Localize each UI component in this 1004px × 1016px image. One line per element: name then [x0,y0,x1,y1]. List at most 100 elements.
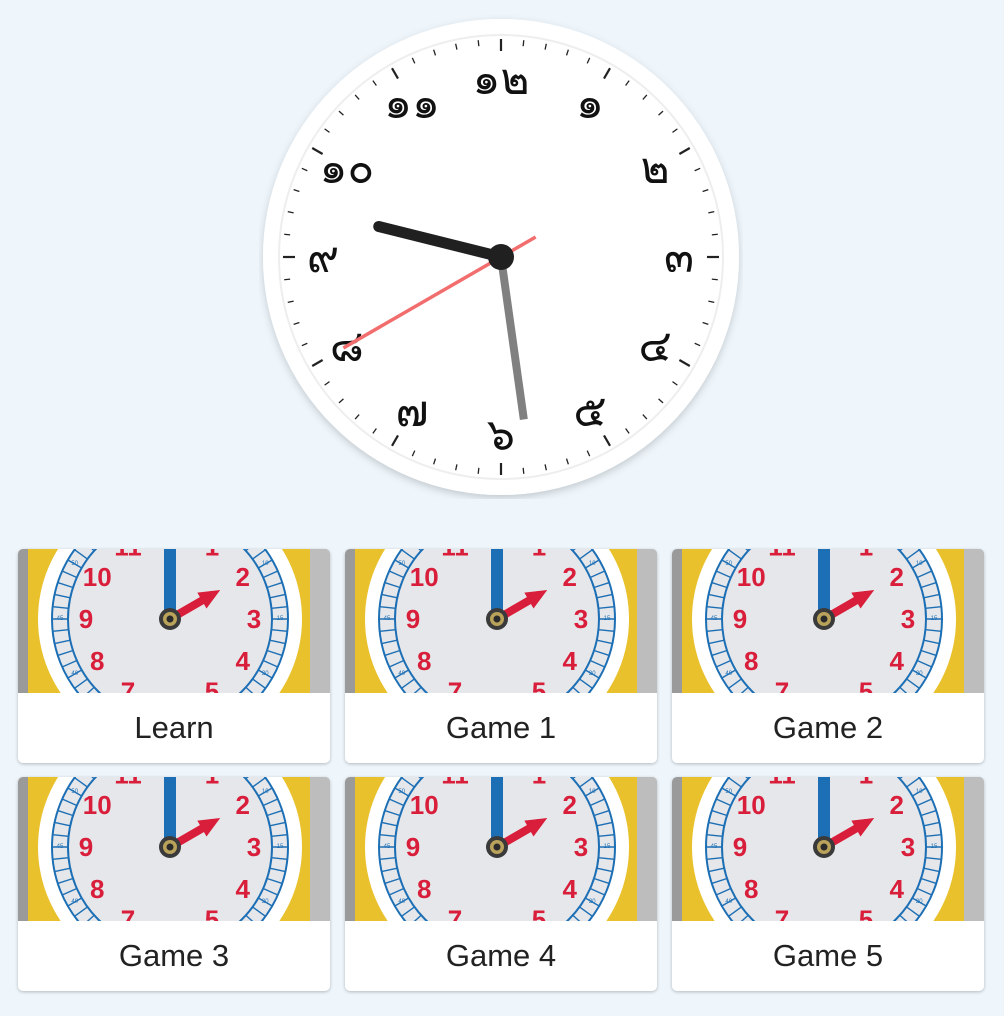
svg-text:50: 50 [398,789,405,795]
svg-text:20: 20 [262,899,269,905]
svg-text:4: 4 [236,646,251,676]
svg-text:2: 2 [236,790,250,820]
game-1-label: Game 1 [445,710,557,745]
svg-text:7: 7 [775,677,789,693]
svg-text:15: 15 [277,844,284,850]
clock-tick [522,40,525,47]
svg-text:2: 2 [890,562,904,592]
svg-text:9: 9 [406,832,420,862]
clock-numeral-7: ๗ [395,386,428,437]
svg-text:10: 10 [83,562,112,592]
svg-text:40: 40 [71,671,78,677]
svg-text:7: 7 [121,905,135,921]
svg-text:5: 5 [532,677,546,693]
svg-text:7: 7 [121,677,135,693]
svg-text:40: 40 [398,671,405,677]
svg-text:50: 50 [725,789,732,795]
svg-text:5: 5 [859,677,873,693]
svg-text:50: 50 [71,789,78,795]
game-3-label: Game 3 [118,938,230,973]
clock-numeral-2: ๒ [641,143,670,194]
svg-text:10: 10 [589,789,596,795]
svg-text:2: 2 [563,790,577,820]
svg-text:50: 50 [71,561,78,567]
game-1-card[interactable]: 51015202530354045505560123456789101112 G… [345,549,657,763]
svg-text:10: 10 [410,562,439,592]
game-4-label: Game 4 [445,938,557,973]
clock-tick [711,233,718,236]
clock-face: ๑๒ ๑ ๒ ๓ ๔ ๕ ๖ ๗ ๘ ๙ ๑๐ ๑๑ [263,19,739,495]
svg-text:11: 11 [114,549,142,561]
svg-text:3: 3 [247,604,261,634]
svg-text:8: 8 [744,874,758,904]
game-2-card[interactable]: 51015202530354045505560123456789101112 G… [672,549,984,763]
clock-tick [711,278,718,281]
svg-text:1: 1 [205,549,219,561]
svg-text:7: 7 [448,677,462,693]
svg-text:3: 3 [574,832,588,862]
svg-text:45: 45 [57,616,64,622]
svg-text:20: 20 [916,671,923,677]
svg-text:9: 9 [406,604,420,634]
clock-numeral-5: ๕ [573,386,606,437]
game-3-card[interactable]: 51015202530354045505560123456789101112 G… [18,777,330,991]
svg-text:50: 50 [398,561,405,567]
svg-text:4: 4 [890,874,905,904]
svg-text:9: 9 [733,832,747,862]
svg-text:4: 4 [236,874,251,904]
clock-numeral-9: ๙ [307,232,339,283]
svg-text:50: 50 [725,561,732,567]
game-2-label: Game 2 [772,710,884,745]
clock-tick [477,40,480,47]
clock-tick [284,233,291,236]
clock-numeral-11: ๑๑ [384,77,440,128]
menu-grid: 51015202530354045505560123456789101112 L… [18,549,984,991]
analog-clock: ๑๒ ๑ ๒ ๓ ๔ ๕ ๖ ๗ ๘ ๙ ๑๐ ๑๑ [259,15,743,499]
svg-text:15: 15 [931,844,938,850]
svg-text:9: 9 [79,832,93,862]
svg-text:9: 9 [733,604,747,634]
svg-text:10: 10 [262,789,269,795]
svg-text:1: 1 [859,549,873,561]
clock-thumbnail-image: 51015202530354045505560123456789101112 [345,777,657,921]
svg-text:40: 40 [725,899,732,905]
game-5-card[interactable]: 51015202530354045505560123456789101112 G… [672,777,984,991]
svg-text:3: 3 [574,604,588,634]
svg-text:45: 45 [384,844,391,850]
svg-text:1: 1 [205,777,219,789]
svg-text:5: 5 [532,905,546,921]
svg-text:7: 7 [448,905,462,921]
svg-text:4: 4 [563,874,578,904]
svg-text:15: 15 [931,616,938,622]
clock-thumbnail-image: 51015202530354045505560123456789101112 [345,549,657,693]
svg-text:10: 10 [737,562,766,592]
clock-thumbnail-image: 51015202530354045505560123456789101112 [18,777,330,921]
svg-text:11: 11 [768,777,796,789]
svg-text:5: 5 [859,905,873,921]
learn-card[interactable]: 51015202530354045505560123456789101112 L… [18,549,330,763]
svg-text:45: 45 [711,844,718,850]
svg-text:11: 11 [441,777,469,789]
svg-text:10: 10 [737,790,766,820]
clock-thumbnail-image: 51015202530354045505560123456789101112 [672,549,984,693]
svg-text:20: 20 [589,899,596,905]
svg-text:8: 8 [90,874,104,904]
svg-text:10: 10 [410,790,439,820]
svg-text:40: 40 [725,671,732,677]
game-4-card[interactable]: 51015202530354045505560123456789101112 G… [345,777,657,991]
svg-text:10: 10 [262,561,269,567]
svg-text:40: 40 [71,899,78,905]
svg-text:45: 45 [711,616,718,622]
svg-text:8: 8 [90,646,104,676]
svg-text:1: 1 [859,777,873,789]
svg-text:20: 20 [589,671,596,677]
svg-text:2: 2 [236,562,250,592]
clock-numeral-3: ๓ [664,232,694,283]
svg-text:20: 20 [916,899,923,905]
svg-text:45: 45 [384,616,391,622]
clock-numeral-12: ๑๒ [473,54,530,105]
learn-label: Learn [134,710,214,745]
clock-center-pin [488,244,514,270]
svg-text:10: 10 [83,790,112,820]
svg-text:2: 2 [563,562,577,592]
